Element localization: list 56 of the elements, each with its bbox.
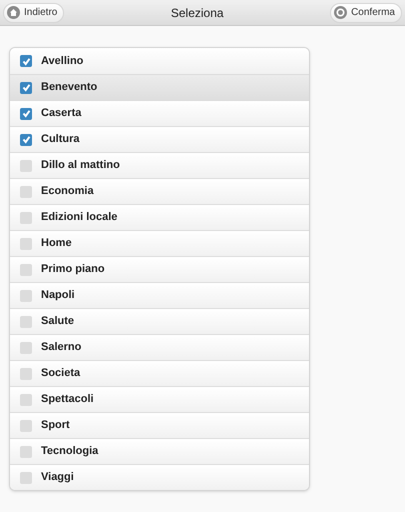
list-item[interactable]: Salute (10, 308, 309, 334)
list-item[interactable]: Economia (10, 178, 309, 204)
item-label: Sport (41, 418, 70, 434)
list-item[interactable]: Societa (10, 360, 309, 386)
checkbox[interactable] (20, 55, 32, 67)
checkbox[interactable] (20, 82, 32, 94)
item-label: Viaggi (41, 470, 74, 486)
checkbox[interactable] (20, 134, 32, 146)
checkbox[interactable] (20, 472, 32, 484)
page-title: Seleziona (170, 4, 224, 22)
item-label: Edizioni locale (41, 210, 118, 226)
confirm-button[interactable]: Conferma (330, 2, 402, 22)
checkbox[interactable] (20, 108, 32, 120)
item-label: Home (41, 236, 72, 252)
list-item[interactable]: Benevento (10, 74, 309, 100)
list-item[interactable]: Sport (10, 412, 309, 438)
item-label: Tecnologia (41, 444, 98, 460)
checkbox[interactable] (20, 446, 32, 458)
gear-icon (334, 6, 348, 19)
home-icon (7, 6, 20, 19)
item-label: Cultura (41, 132, 80, 148)
list-item[interactable]: Edizioni locale (10, 204, 309, 230)
list-item[interactable]: Avellino (10, 48, 309, 74)
checkbox[interactable] (20, 394, 32, 406)
checkbox[interactable] (20, 212, 32, 224)
item-label: Salerno (41, 340, 82, 356)
checkbox[interactable] (20, 264, 32, 276)
item-label: Spettacoli (41, 392, 94, 408)
list-item[interactable]: Napoli (10, 282, 309, 308)
checkbox[interactable] (20, 342, 32, 354)
list-item[interactable]: Tecnologia (10, 438, 309, 464)
checkbox[interactable] (20, 160, 32, 172)
list-item[interactable]: Primo piano (10, 256, 309, 282)
list-item[interactable]: Salerno (10, 334, 309, 360)
item-label: Economia (41, 184, 94, 200)
list-item[interactable]: Home (10, 230, 309, 256)
checkbox[interactable] (20, 186, 32, 198)
list-item[interactable]: Dillo al mattino (10, 152, 309, 178)
item-label: Caserta (41, 106, 82, 122)
checkbox[interactable] (20, 368, 32, 380)
item-label: Napoli (41, 288, 75, 304)
back-button[interactable]: Indietro (3, 2, 64, 22)
item-label: Primo piano (41, 262, 105, 278)
list-item[interactable]: Caserta (10, 100, 309, 126)
list-item[interactable]: Cultura (10, 126, 309, 152)
list-item[interactable]: Spettacoli (10, 386, 309, 412)
item-label: Avellino (41, 54, 84, 69)
checkbox[interactable] (20, 238, 32, 250)
checkbox[interactable] (20, 316, 32, 328)
checkbox[interactable] (20, 420, 32, 432)
item-label: Benevento (41, 80, 98, 96)
checkbox[interactable] (20, 290, 32, 302)
item-label: Societa (41, 366, 80, 382)
item-label: Dillo al mattino (41, 158, 120, 174)
list-item[interactable]: Viaggi (10, 464, 309, 490)
item-label: Salute (41, 314, 74, 330)
